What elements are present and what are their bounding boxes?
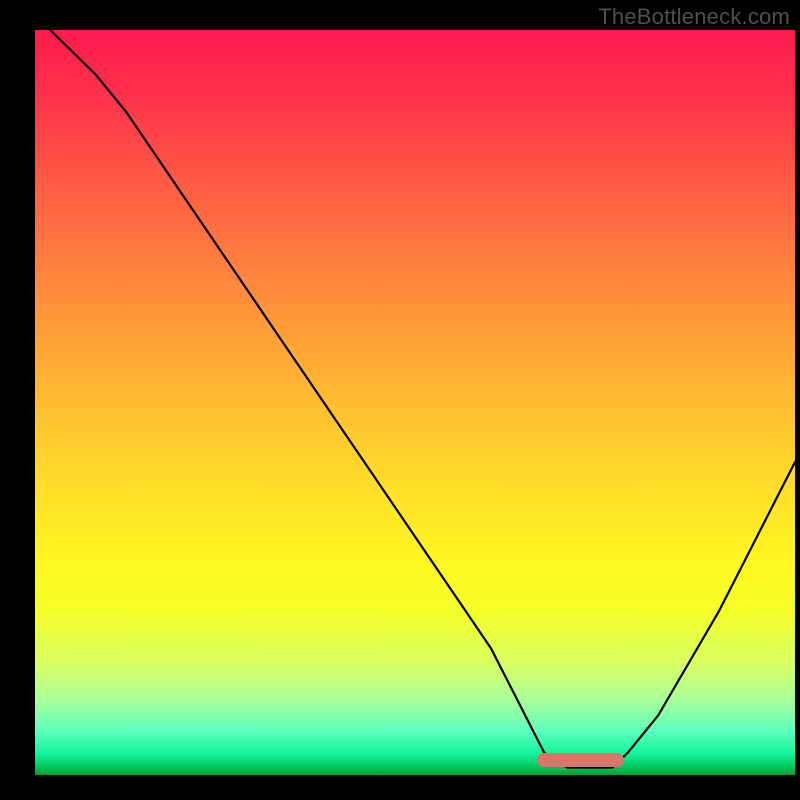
chart-frame: TheBottleneck.com: [0, 0, 800, 800]
fitted-region-marker: [537, 753, 624, 767]
watermark-text: TheBottleneck.com: [598, 4, 790, 30]
curve-plot: [35, 30, 795, 775]
bottleneck-curve: [50, 30, 795, 768]
